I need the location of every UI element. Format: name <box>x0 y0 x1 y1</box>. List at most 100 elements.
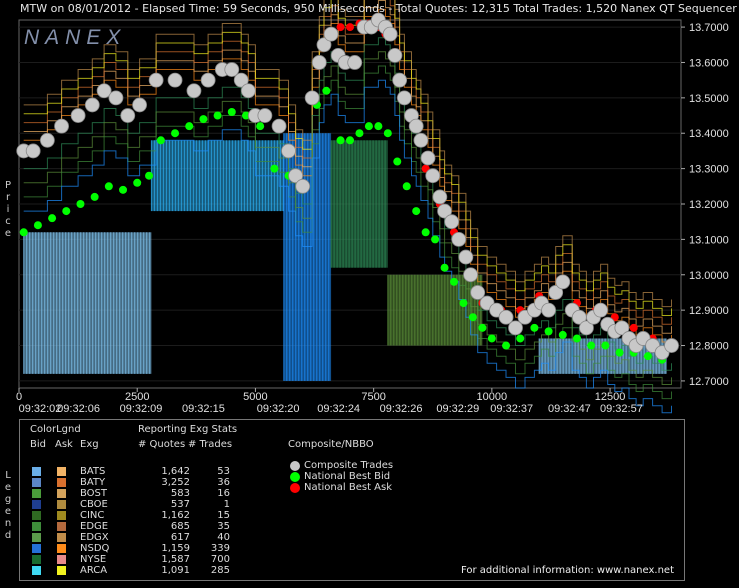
bid-swatch <box>32 467 41 476</box>
trade-count: 35 <box>217 521 230 532</box>
best-bid-point <box>76 200 85 208</box>
nbbo-dot <box>290 461 300 471</box>
trade-point <box>70 108 86 123</box>
trade-point <box>463 267 478 283</box>
trade-point <box>200 72 216 88</box>
best-bid-point <box>213 111 222 120</box>
x-time-label: 09:32:15 <box>182 403 225 415</box>
x-time-label: 09:32:26 <box>380 403 423 415</box>
best-bid-point <box>104 182 113 191</box>
x-time-label: 09:32:47 <box>548 403 591 415</box>
y-tick-label: 13.3000 <box>689 164 729 176</box>
best-bid-point <box>185 122 194 131</box>
trade-point <box>392 72 408 88</box>
trade-point <box>425 168 441 184</box>
exchange-name: EDGX <box>80 532 109 543</box>
trade-count: 1 <box>223 499 230 510</box>
legend-side-title: Legend <box>4 470 12 541</box>
trade-point <box>593 302 609 318</box>
best-ask-point <box>336 23 345 32</box>
quote-count: 537 <box>170 499 190 510</box>
y-tick-label: 13.5000 <box>689 93 729 105</box>
ask-swatch <box>57 566 66 575</box>
trade-point <box>54 118 69 134</box>
legend-row-baty: BATY 3,252 36 <box>20 477 260 488</box>
legend-row-nsdq: NSDQ 1,159 339 <box>20 543 260 554</box>
trade-point <box>186 83 202 99</box>
best-bid-point <box>431 235 440 244</box>
ask-swatch <box>57 478 66 487</box>
x-seq-label: 0 <box>16 391 22 403</box>
x-axis: 0 2500 5000 7500 10000 12500 09:32:0209:32:06 0… <box>16 388 643 415</box>
legend-title: ColorLgnd <box>30 424 81 435</box>
best-bid-point <box>459 299 468 308</box>
best-bid-point <box>643 352 652 361</box>
x-time-label: 09:32:29 <box>436 403 479 415</box>
trade-point <box>323 26 339 42</box>
best-bid-point <box>322 86 331 95</box>
trade-point <box>108 90 124 106</box>
nanex-watermark: NANEX <box>24 26 126 49</box>
y-tick-label: 13.4000 <box>689 128 729 140</box>
best-bid-point <box>171 129 180 138</box>
ask-swatch <box>57 522 66 531</box>
trade-point <box>25 143 41 159</box>
best-bid-point <box>199 115 208 124</box>
legend-row-cinc: CINC 1,162 15 <box>20 510 260 521</box>
trade-count: 36 <box>217 477 230 488</box>
trade-count: 40 <box>217 532 230 543</box>
best-bid-point <box>572 334 581 343</box>
best-bid-point <box>145 171 154 180</box>
bid-swatch <box>32 478 41 487</box>
x-time-label: 09:32:24 <box>317 403 360 415</box>
best-bid-point <box>119 185 128 194</box>
quote-count: 1,162 <box>161 510 190 521</box>
x-time-label: 09:32:09 <box>120 403 163 415</box>
ask-swatch <box>57 500 66 509</box>
nbbo-dot <box>290 483 300 493</box>
trade-point <box>396 90 412 106</box>
y-tick-label: 13.6000 <box>689 57 729 69</box>
trade-point <box>304 90 320 106</box>
x-time-label: 09:32:06 <box>57 403 100 415</box>
exchange-name: ARCA <box>80 565 108 576</box>
y-tick-label: 12.7000 <box>689 376 729 388</box>
trade-count: 53 <box>217 466 230 477</box>
price-chart: NANEX 13.7000 13.6000 13.5000 13.4000 13.300… <box>16 0 729 415</box>
trade-point <box>664 338 679 353</box>
best-bid-point <box>487 334 496 343</box>
best-bid-point <box>587 341 596 350</box>
quote-panel-bats <box>23 232 152 374</box>
exchange-name: CBOE <box>80 499 108 510</box>
nbbo-dot <box>290 472 300 482</box>
bid-swatch <box>32 566 41 575</box>
best-bid-point <box>421 228 430 237</box>
trade-count: 700 <box>210 554 230 565</box>
best-bid-point <box>393 157 402 166</box>
x-time-label: 09:32:37 <box>490 403 533 415</box>
trade-count: 339 <box>210 543 230 554</box>
best-bid-point <box>227 108 236 116</box>
legend-panel: ColorLgnd Bid Ask Exg Reporting Exg Stat… <box>19 419 685 581</box>
footer-info: For additional information: www.nanex.ne… <box>461 565 674 576</box>
trade-point <box>408 118 424 134</box>
best-bid-point <box>450 277 459 286</box>
trade-point <box>451 231 467 247</box>
x-time-label: 09:32:02 <box>19 403 62 415</box>
trade-point <box>39 132 55 148</box>
bid-swatch <box>32 511 41 520</box>
exchange-name: NSDQ <box>80 543 110 554</box>
trade-point <box>432 189 448 205</box>
exchange-name: BOST <box>80 488 108 499</box>
y-tick-label: 13.0000 <box>689 270 729 282</box>
trade-point <box>555 274 571 290</box>
trade-point <box>311 55 327 70</box>
best-bid-point <box>516 334 525 343</box>
x-seq-label: 7500 <box>361 391 385 403</box>
trade-point <box>120 108 136 123</box>
trade-point <box>541 302 556 318</box>
best-bid-point <box>346 136 354 145</box>
best-bid-point <box>90 192 99 201</box>
bid-swatch <box>32 555 41 564</box>
ask-swatch <box>57 555 66 564</box>
